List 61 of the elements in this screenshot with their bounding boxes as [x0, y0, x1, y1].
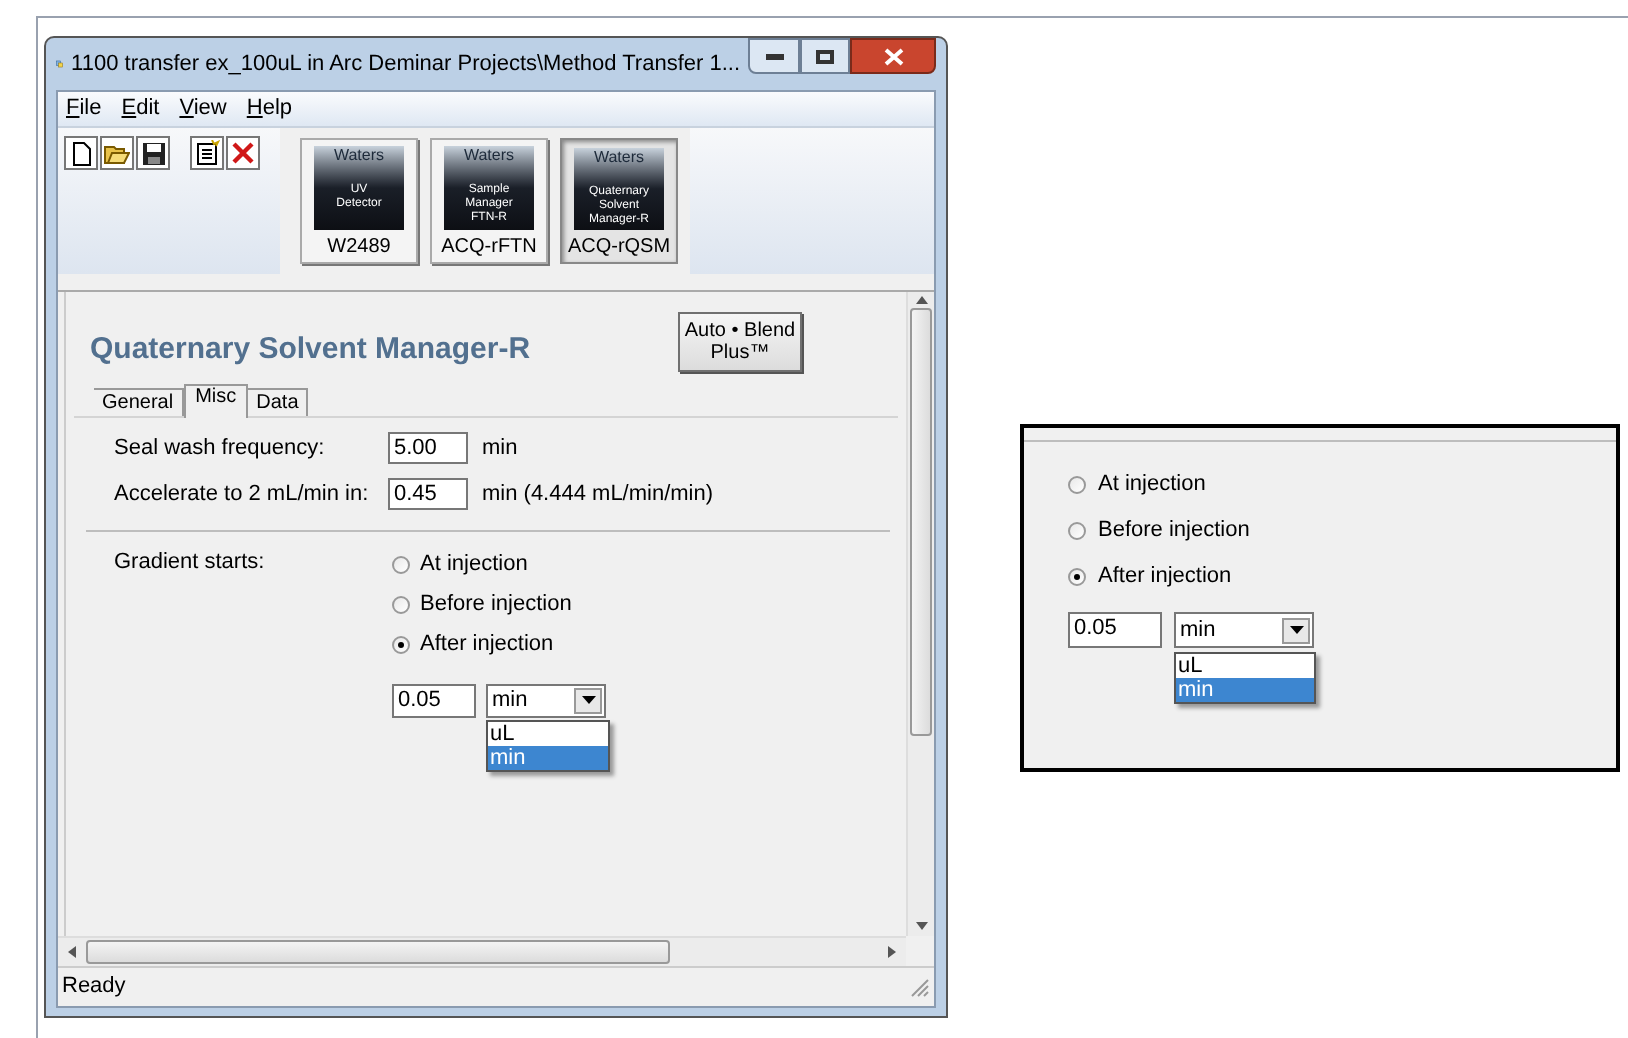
dropdown-option[interactable]: uL — [1176, 654, 1314, 678]
instrument-label: ACQ-rQSM — [567, 234, 671, 262]
unit-label: min — [482, 433, 518, 463]
radio-button[interactable] — [1068, 476, 1086, 494]
menu-item[interactable]: Help — [246, 92, 293, 126]
status-text: Ready — [62, 972, 126, 1003]
brand-text: Waters — [593, 148, 645, 168]
instrument-label: W2489 — [327, 234, 391, 262]
radio-label: At injection — [1098, 470, 1206, 501]
tab[interactable]: Data — [248, 387, 309, 415]
resize-grip-icon — [910, 977, 930, 997]
radio-label: Before injection — [420, 590, 572, 621]
scroll-right-icon[interactable] — [888, 946, 896, 958]
unit-dropdown[interactable]: min — [1174, 612, 1314, 648]
field-label: Seal wash frequency: — [114, 433, 327, 463]
menu-item[interactable]: View — [179, 92, 227, 126]
window-title: 1100 transfer ex_100uL in Arc Deminar Projects\Method Transfer 1... — [71, 49, 740, 80]
dropdown-option[interactable]: min — [488, 745, 608, 769]
radio-button[interactable] — [1068, 568, 1086, 586]
horizontal-scrollbar[interactable] — [58, 936, 906, 966]
scroll-up-icon[interactable] — [915, 296, 927, 304]
radio-button[interactable] — [1068, 522, 1086, 540]
dropdown-option[interactable]: min — [1176, 678, 1314, 702]
radio-label: At injection — [420, 550, 528, 581]
delete-button[interactable] — [226, 136, 260, 170]
new-button[interactable] — [64, 136, 98, 170]
scroll-down-icon[interactable] — [915, 922, 927, 930]
minimize-button[interactable] — [748, 38, 800, 74]
radio-label: After injection — [1098, 562, 1232, 593]
brand-text: Waters — [463, 146, 515, 166]
input-field[interactable]: 0.05 — [392, 683, 476, 717]
radio-label: After injection — [420, 630, 554, 661]
maximize-button[interactable] — [800, 38, 850, 74]
input-field[interactable]: 0.45 — [388, 478, 468, 511]
radio-label: Before injection — [1098, 516, 1250, 547]
panel-title: Quaternary Solvent Manager-R — [90, 330, 531, 370]
unit-dropdown[interactable]: min — [486, 683, 606, 717]
radio-button[interactable] — [392, 636, 410, 654]
vertical-scrollbar[interactable] — [906, 292, 934, 936]
dropdown-option[interactable]: uL — [488, 721, 608, 745]
input-field[interactable]: 5.00 — [388, 431, 468, 464]
menu-item[interactable]: File — [66, 92, 102, 126]
brand-text: Waters — [333, 146, 385, 166]
save-button[interactable] — [136, 136, 170, 170]
scroll-left-icon[interactable] — [68, 946, 76, 958]
radio-button[interactable] — [392, 596, 410, 614]
radio-button[interactable] — [392, 556, 410, 574]
input-field[interactable]: 0.05 — [1068, 612, 1162, 648]
paste-button[interactable] — [190, 136, 224, 170]
field-label: Accelerate to 2 mL/min in: — [114, 480, 371, 510]
menu-item[interactable]: Edit — [121, 92, 160, 126]
close-button[interactable] — [850, 38, 936, 74]
unit-label: min (4.444 mL/min/min) — [482, 480, 714, 510]
auto-blend-button[interactable]: Auto • Blend Plus™ — [678, 312, 802, 372]
dropdown-value: min — [492, 686, 530, 714]
close-icon — [883, 47, 903, 65]
tab[interactable]: Misc — [183, 383, 249, 417]
dropdown-value: min — [1180, 616, 1218, 644]
instrument-label: ACQ-rFTN — [441, 234, 537, 262]
field-label: Gradient starts: — [114, 547, 267, 577]
open-button[interactable] — [100, 136, 134, 170]
